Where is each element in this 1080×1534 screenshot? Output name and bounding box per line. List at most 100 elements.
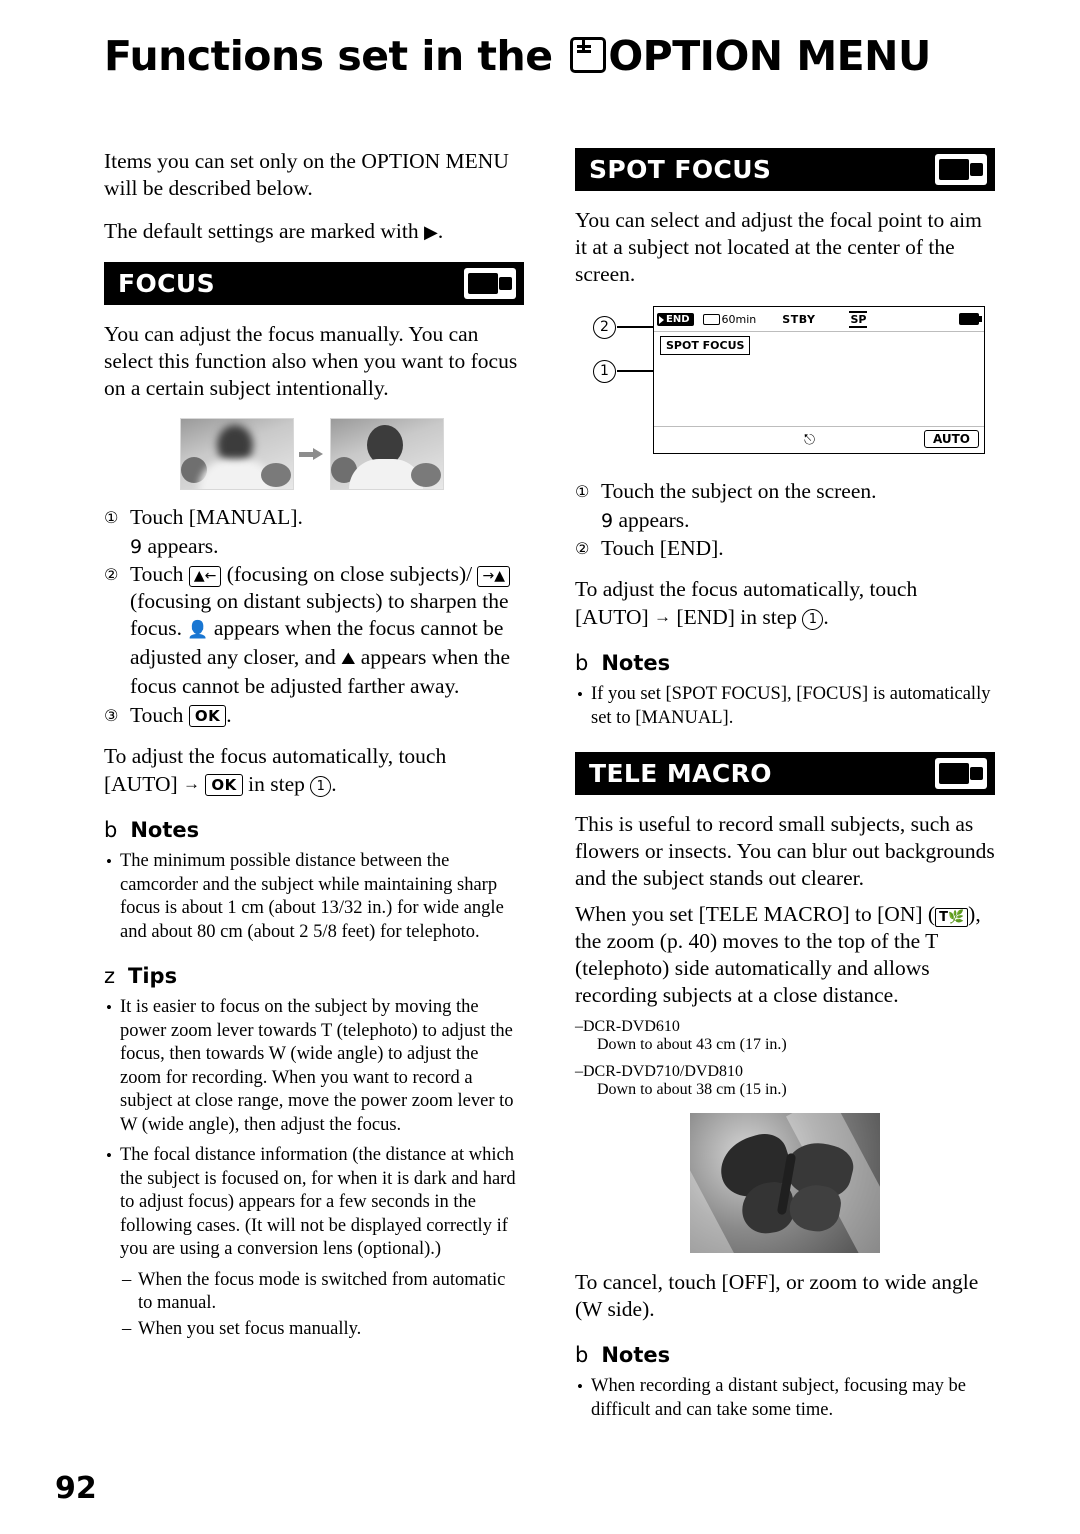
spot-focus-step-1: ① Touch the subject on the screen. <box>575 478 995 505</box>
tip-sub-item: When you set focus manually. <box>104 1318 524 1342</box>
callout-2-leader <box>617 326 657 328</box>
model-name: –DCR-DVD710/DVD810 <box>575 1063 743 1080</box>
tips-label: Tips <box>128 964 178 988</box>
spot-auto-note-c: . <box>823 605 829 629</box>
spot-focus-step-1-sub: 9 appears. <box>601 507 995 535</box>
tele-macro-notes-heading: b Notes <box>575 1343 995 1367</box>
tele-macro-icon: T🌿 <box>935 908 969 927</box>
default-settings-period: . <box>437 219 444 243</box>
tele-macro-desc-2a: When you set [TELE MACRO] to [ON] <box>575 902 923 926</box>
mountain-focus-icon: ⛰ <box>341 649 356 669</box>
spot-focus-step-2: ② Touch [END]. <box>575 535 995 562</box>
model-spec: Down to about 38 cm (15 in.) <box>597 1081 787 1098</box>
manual-focus-indicator-icon: 9 <box>601 510 614 532</box>
auto-button[interactable]: AUTO <box>923 430 979 448</box>
camcorder-mode-icon <box>935 758 987 789</box>
default-settings-text: The default settings are marked with <box>104 219 419 243</box>
focus-tips-list: It is easier to focus on the subject by … <box>104 996 524 1262</box>
step-reference-1: 1 <box>802 609 824 630</box>
section-header-focus: FOCUS <box>104 262 524 305</box>
close-focus-key-icon: ▲← <box>188 566 222 587</box>
model-spec: Down to about 43 cm (17 in.) <box>597 1036 787 1053</box>
spot-focus-auto-note: To adjust the focus automatically, touch… <box>575 576 995 631</box>
tape-remaining-time: 60min <box>721 312 757 326</box>
lcd-screen: END 60min STBY SP SPOT FOCUS ⎋ AUTO <box>653 306 985 454</box>
step-number-3: ③ <box>104 706 119 725</box>
step-3-text-prefix: Touch <box>130 703 184 727</box>
notes-label: Notes <box>601 651 671 675</box>
tip-item: It is easier to focus on the subject by … <box>104 996 524 1137</box>
camcorder-mode-icon <box>464 268 516 299</box>
tip-item: The focal distance information (the dist… <box>104 1144 524 1262</box>
focus-example-photos <box>180 418 524 490</box>
step-3-text-suffix: . <box>226 703 232 727</box>
tele-macro-description-1: This is useful to record small subjects,… <box>575 812 995 890</box>
spot-focus-lcd-diagram: 2 1 END 60min STBY SP SPOT FOCUS ⎋ AUTO <box>575 304 995 464</box>
callout-1: 1 <box>593 360 616 383</box>
spot-focus-notes-heading: b Notes <box>575 651 995 675</box>
left-column: Items you can set only on the OPTION MEN… <box>104 148 524 1343</box>
focus-notes-heading: b Notes <box>104 818 524 842</box>
blurred-subject-photo <box>180 418 294 490</box>
spot-auto-note-b: [END] in step <box>676 605 798 629</box>
step-2-text-a: Touch <box>130 562 184 586</box>
lcd-status-bar: END 60min STBY SP <box>654 307 984 332</box>
focus-auto-note: To adjust the focus automatically, touch… <box>104 743 524 798</box>
callout-2: 2 <box>593 316 616 339</box>
spot-focus-label: SPOT FOCUS <box>660 336 751 355</box>
butterfly-macro-photo <box>690 1113 880 1253</box>
ok-key-icon: OK <box>188 705 227 727</box>
notes-label: Notes <box>601 1343 671 1367</box>
section-title-spot-focus: SPOT FOCUS <box>589 155 772 184</box>
step-2-text-b: (focusing on close subjects)/ <box>226 562 473 586</box>
far-focus-key-icon: →▲ <box>477 566 510 587</box>
focus-auto-note-b: in step <box>248 772 305 796</box>
note-item: When recording a distant subject, focusi… <box>575 1375 995 1422</box>
section-header-spot-focus: SPOT FOCUS <box>575 148 995 191</box>
step-1-sub-text: appears. <box>147 534 219 558</box>
battery-icon <box>959 313 982 325</box>
manual-page: Functions set in the OPTION MENU Items y… <box>0 0 1080 1534</box>
focused-subject-photo <box>330 418 444 490</box>
recording-status: STBY <box>782 312 816 326</box>
arrow-right-icon <box>299 448 325 460</box>
focus-step-3: ③ Touch OK. <box>104 702 524 729</box>
step-1-text: Touch [MANUAL]. <box>130 505 303 529</box>
focus-step-1: ① Touch [MANUAL]. <box>104 504 524 531</box>
page-number: 92 <box>55 1471 97 1506</box>
step-reference-1: 1 <box>310 776 332 797</box>
model-name: –DCR-DVD610 <box>575 1018 680 1035</box>
ok-key-icon-2: OK <box>205 774 243 796</box>
notes-label: Notes <box>130 818 200 842</box>
return-icon[interactable]: ⎋ <box>804 432 815 448</box>
record-quality: SP <box>849 310 868 328</box>
right-column: SPOT FOCUS You can select and adjust the… <box>575 148 995 1429</box>
spot-step-1-sub-text: appears. <box>618 508 690 532</box>
section-title-focus: FOCUS <box>118 269 215 298</box>
spot-focus-notes-list: If you set [SPOT FOCUS], [FOCUS] is auto… <box>575 683 995 730</box>
spot-step-1-text: Touch the subject on the screen. <box>601 479 877 503</box>
tip-sub-item: When the focus mode is switched from aut… <box>104 1269 524 1316</box>
focus-notes-list: The minimum possible distance between th… <box>104 850 524 944</box>
focus-auto-note-c: . <box>331 772 337 796</box>
tele-macro-model-2: –DCR-DVD710/DVD810 Down to about 38 cm (… <box>575 1063 995 1099</box>
person-focus-icon: 👤 <box>187 620 209 640</box>
page-title: Functions set in the OPTION MENU <box>104 32 931 80</box>
section-title-tele-macro: TELE MACRO <box>589 759 772 788</box>
focus-step-2: ② Touch ▲← (focusing on close subjects)/… <box>104 561 524 700</box>
camcorder-mode-icon <box>935 154 987 185</box>
default-settings-note: The default settings are marked with ▶. <box>104 218 524 246</box>
focus-description: You can adjust the focus manually. You c… <box>104 322 518 400</box>
end-badge[interactable]: END <box>657 312 694 326</box>
page-title-suffix: OPTION MENU <box>608 32 931 80</box>
intro-paragraph: Items you can set only on the OPTION MEN… <box>104 149 509 200</box>
tips-bullet-icon: z <box>104 964 116 988</box>
page-title-prefix: Functions set in the <box>104 32 553 80</box>
butterfly-macro-photo-wrap <box>575 1113 995 1253</box>
step-number-1: ① <box>104 508 119 527</box>
lcd-bottom-bar: ⎋ AUTO <box>654 426 984 453</box>
notes-bullet-icon: b <box>575 1343 589 1367</box>
tele-macro-description-2: When you set [TELE MACRO] to [ON] (T🌿), … <box>575 902 981 1007</box>
manual-focus-indicator-icon: 9 <box>130 536 143 558</box>
focus-step-1-sub: 9 appears. <box>130 533 524 561</box>
